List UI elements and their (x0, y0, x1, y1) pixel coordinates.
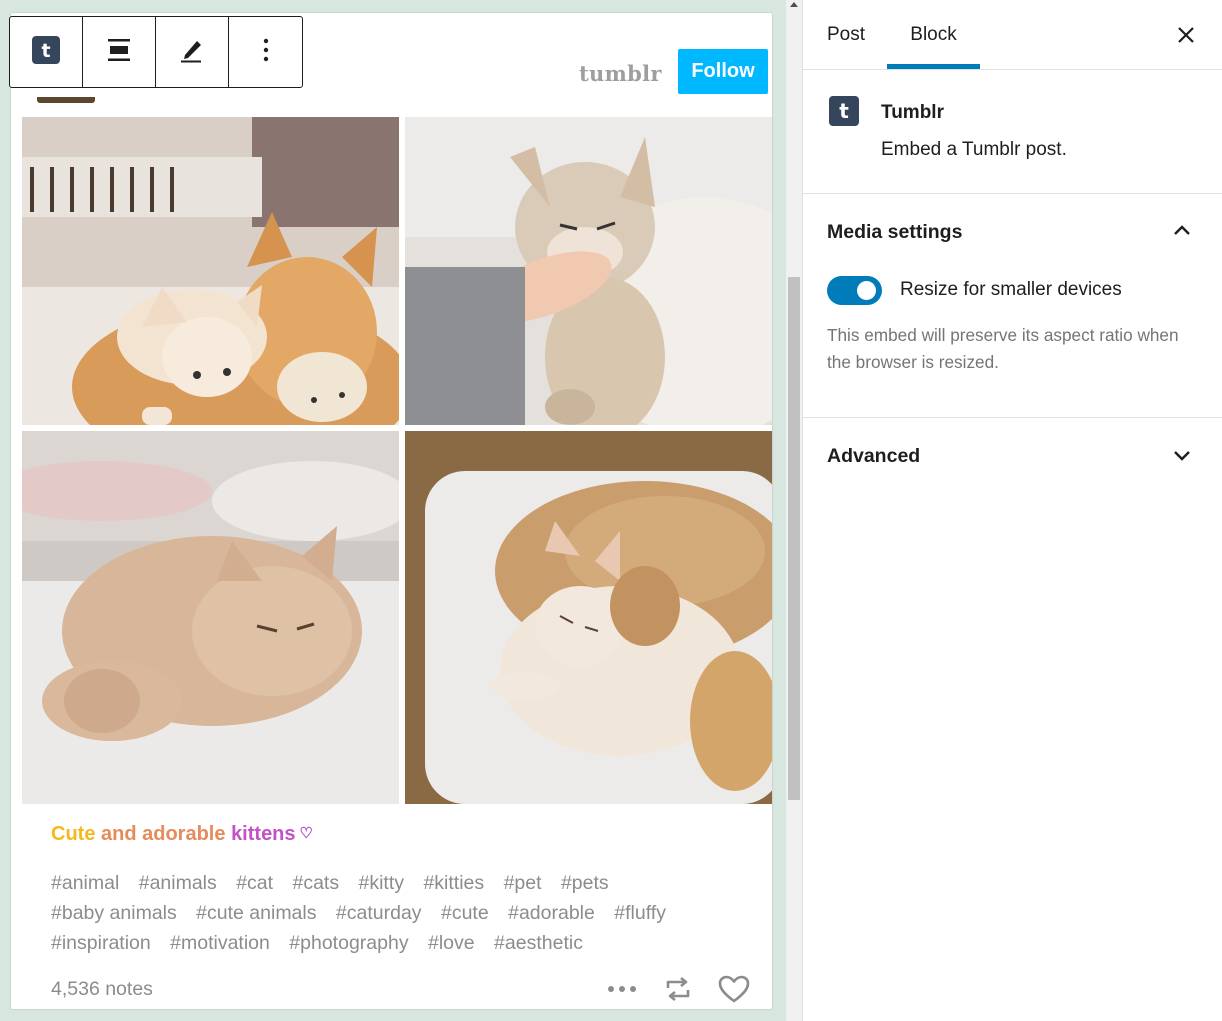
tag-link[interactable]: #aesthetic (494, 928, 583, 958)
media-settings-panel: Media settings Resize for smaller device… (803, 194, 1222, 418)
chevron-down-icon (1174, 451, 1190, 461)
photo-kitten-in-hand[interactable] (405, 117, 772, 425)
toggle-label[interactable]: Resize for smaller devices (900, 279, 1122, 301)
media-settings-toggle[interactable]: Media settings (803, 194, 1222, 270)
post-actions (604, 971, 752, 1007)
more-icon[interactable] (604, 971, 640, 1007)
post-title-word: and adorable (101, 823, 226, 845)
tab-post[interactable]: Post (827, 0, 865, 70)
resize-toggle[interactable] (827, 276, 882, 305)
tag-link[interactable]: #animals (139, 868, 217, 898)
settings-sidebar: Post Block t Tumblr Embed a Tumblr post.… (802, 0, 1222, 1021)
tumblr-post-embed[interactable]: tumblr Follow Cute and adorable kittens … (10, 12, 773, 1010)
more-options-button[interactable] (229, 17, 302, 87)
sidebar-header: Post Block (803, 0, 1222, 70)
tag-link[interactable]: #fluffy (614, 898, 666, 928)
active-tab-indicator (887, 64, 980, 69)
tag-link[interactable]: #motivation (170, 928, 270, 958)
tumblr-icon: t (829, 96, 859, 126)
advanced-panel: Advanced (803, 418, 1222, 494)
tumblr-block-icon: t (32, 35, 60, 69)
panel-title: Advanced (827, 445, 921, 467)
chevron-up-icon (1174, 225, 1190, 235)
panel-title: Media settings (827, 221, 963, 243)
scrollbar-thumb[interactable] (788, 277, 800, 800)
tag-link[interactable]: #inspiration (51, 928, 151, 958)
post-title-word: Cute (51, 823, 96, 845)
svg-text:t: t (41, 40, 50, 62)
canvas-scrollbar[interactable] (786, 0, 802, 1021)
toggle-knob (857, 281, 876, 300)
block-toolbar: t (9, 16, 303, 88)
tag-link[interactable]: #caturday (336, 898, 422, 928)
help-text: This embed will preserve its aspect rati… (827, 325, 1179, 372)
tag-link[interactable]: #pets (561, 868, 609, 898)
photo-sleeping-kitten[interactable] (22, 431, 399, 804)
advanced-toggle[interactable]: Advanced (803, 418, 1222, 494)
notes-count[interactable]: 4,536 notes (51, 978, 153, 1001)
tag-link[interactable]: #cute (441, 898, 489, 928)
edit-icon (179, 37, 205, 68)
scroll-up-icon[interactable] (790, 2, 798, 7)
tag-link[interactable]: #adorable (508, 898, 595, 928)
blog-avatar[interactable] (37, 97, 95, 103)
tag-link[interactable]: #kitty (359, 868, 405, 898)
close-icon (1178, 27, 1194, 43)
tag-link[interactable]: #cat (236, 868, 273, 898)
tag-link[interactable]: #pet (504, 868, 542, 898)
follow-button[interactable]: Follow (678, 49, 768, 94)
more-options-icon (263, 38, 269, 67)
align-button[interactable] (83, 17, 156, 87)
photo-kittens-sleeping[interactable] (405, 431, 772, 804)
reblog-icon[interactable] (660, 971, 696, 1007)
heart-icon: ♡ (299, 825, 313, 842)
tag-link[interactable]: #photography (289, 928, 408, 958)
align-icon (106, 37, 132, 68)
tag-link[interactable]: #kitties (423, 868, 484, 898)
close-sidebar-button[interactable] (1169, 18, 1203, 52)
tag-link[interactable]: #animal (51, 868, 119, 898)
editor-canvas: tumblr Follow Cute and adorable kittens … (0, 0, 786, 1021)
block-type-button[interactable]: t (10, 17, 83, 87)
tag-link[interactable]: #cats (292, 868, 339, 898)
post-tags: #animal #animals #cat #cats #kitty #kitt… (51, 868, 751, 958)
svg-text:t: t (839, 99, 849, 123)
tag-link[interactable]: #baby animals (51, 898, 177, 928)
like-icon[interactable] (716, 971, 752, 1007)
block-card: t Tumblr Embed a Tumblr post. (803, 70, 1222, 194)
tab-block[interactable]: Block (887, 0, 980, 70)
post-title: Cute and adorable kittens ♡ (51, 823, 313, 846)
edit-url-button[interactable] (156, 17, 229, 87)
tag-link[interactable]: #cute animals (196, 898, 316, 928)
block-description: Embed a Tumblr post. (881, 139, 1067, 160)
block-title: Tumblr (881, 102, 944, 123)
photo-kittens-cuddling[interactable] (22, 117, 399, 425)
tumblr-logo[interactable]: tumblr (579, 61, 662, 86)
tag-link[interactable]: #love (428, 928, 475, 958)
post-title-word: kittens (231, 823, 296, 845)
